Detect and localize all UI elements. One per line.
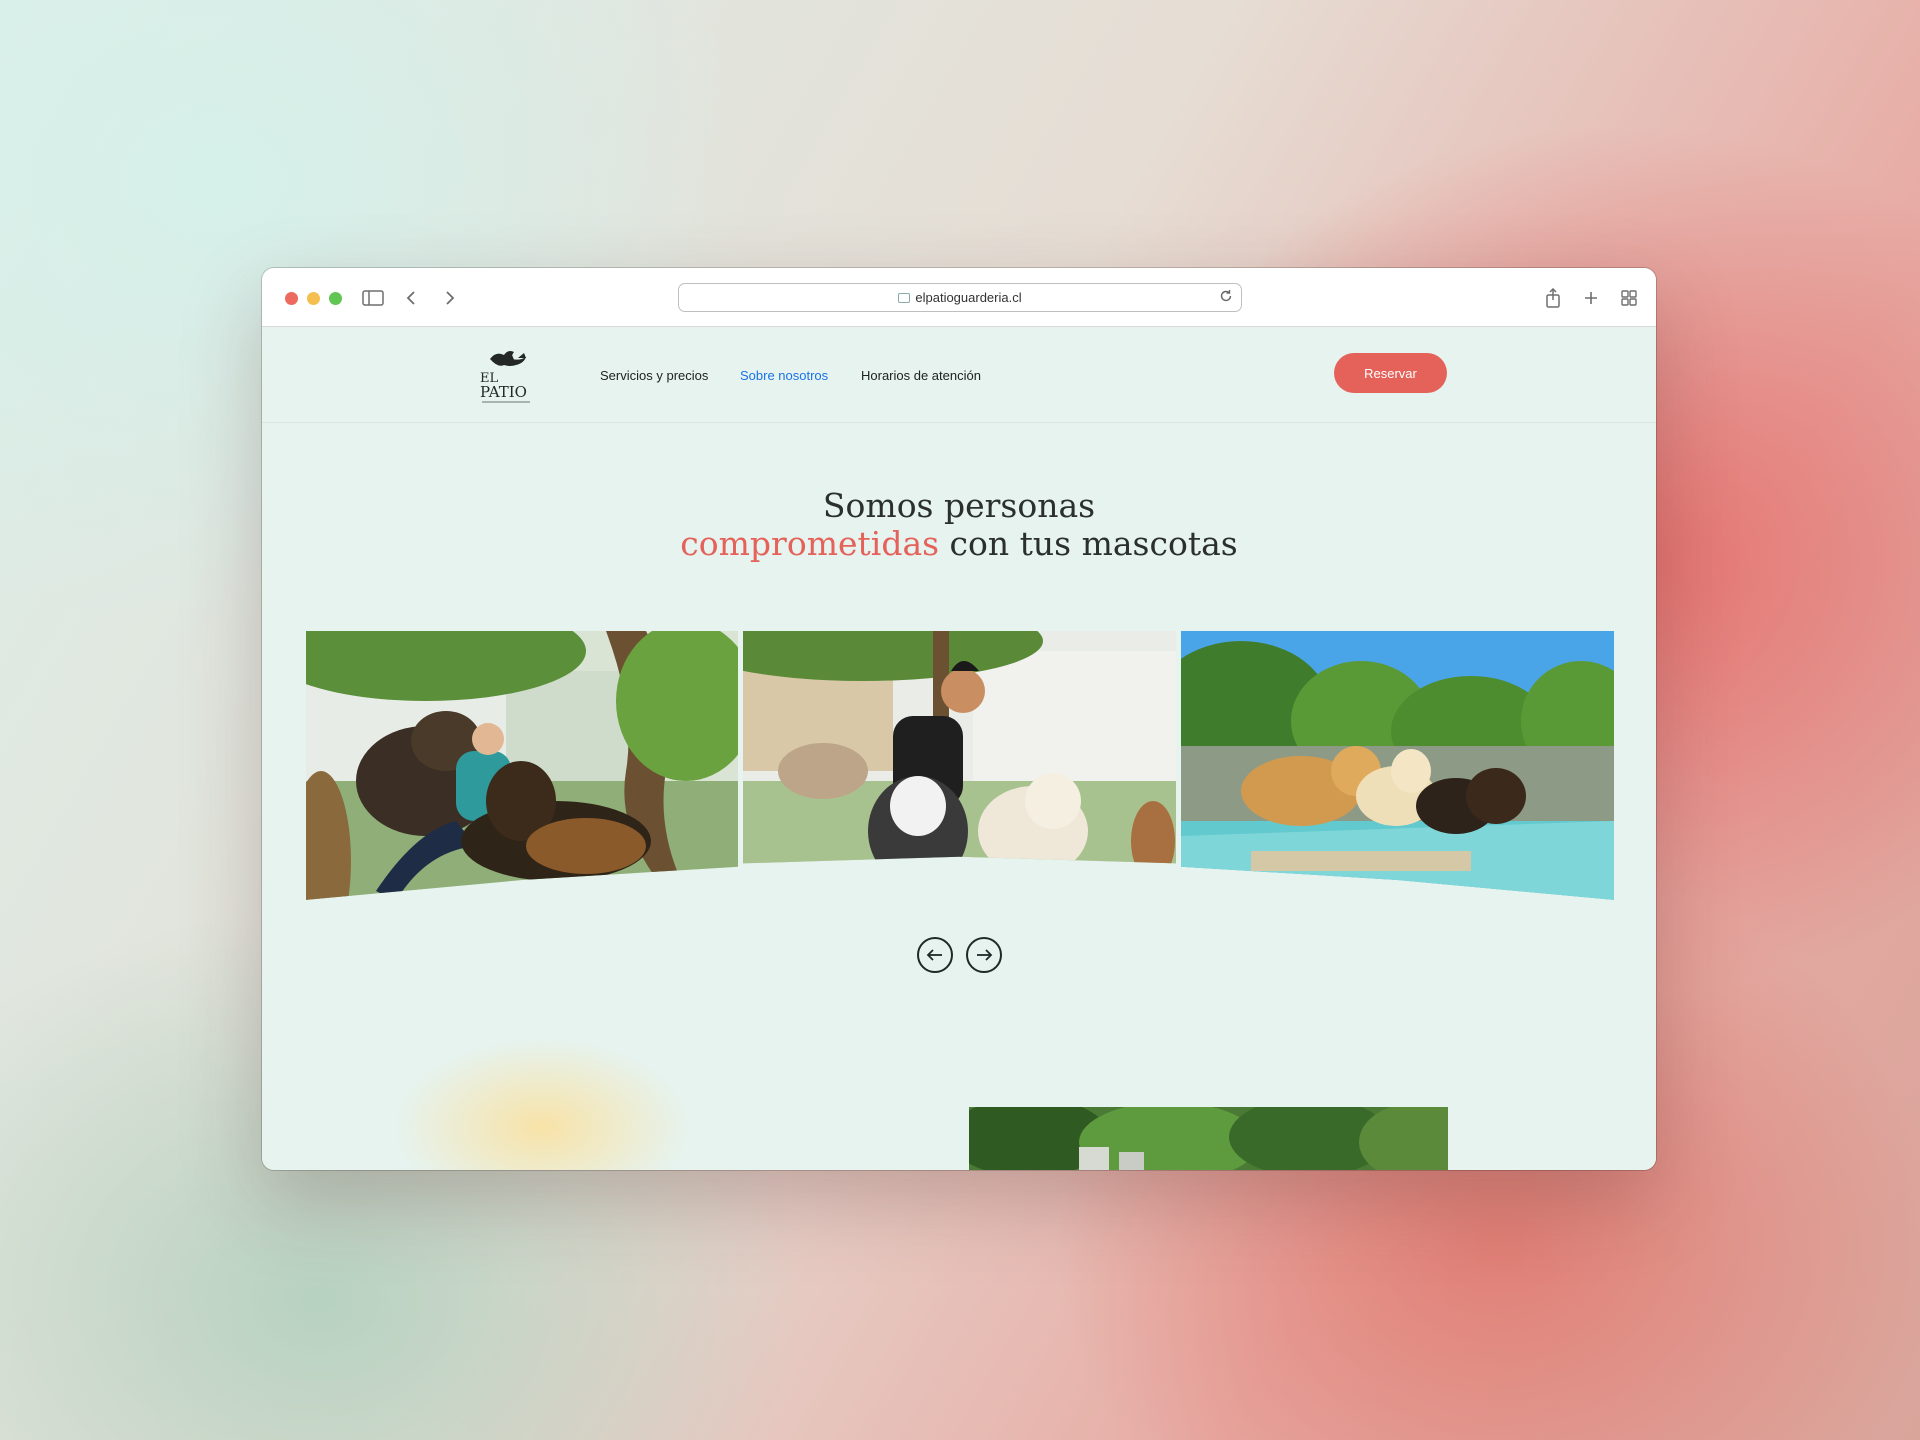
headline-rest: con tus mascotas [939, 524, 1238, 563]
browser-toolbar: elpatioguarderia.cl [262, 268, 1656, 327]
forward-icon[interactable] [437, 286, 463, 310]
arrow-left-icon [926, 949, 942, 961]
garden-photo [969, 1107, 1448, 1170]
close-window-button[interactable] [285, 292, 298, 305]
carousel-photo-man-with-dogs [743, 631, 1176, 864]
sidebar-icon[interactable] [360, 286, 386, 310]
arrow-right-icon [977, 949, 993, 961]
decorative-gradient-blob [392, 1037, 692, 1170]
nav-servicios-y-precios[interactable]: Servicios y precios [600, 368, 708, 383]
carousel-prev-button[interactable] [917, 937, 953, 973]
new-tab-icon[interactable] [1578, 286, 1604, 310]
tab-overview-icon[interactable] [1616, 286, 1642, 310]
carousel-photo-dogs-at-pool [1181, 631, 1614, 900]
section-headline: Somos personas comprometidas con tus mas… [262, 487, 1656, 563]
address-text: elpatioguarderia.cl [915, 290, 1022, 305]
minimize-window-button[interactable] [307, 292, 320, 305]
headline-line-2: comprometidas con tus mascotas [262, 525, 1656, 563]
el-patio-logo[interactable]: EL PATIO [478, 345, 542, 405]
address-bar[interactable]: elpatioguarderia.cl [678, 283, 1242, 312]
share-icon[interactable] [1540, 286, 1566, 310]
zoom-window-button[interactable] [329, 292, 342, 305]
nav-horarios-de-atencion[interactable]: Horarios de atención [861, 368, 981, 383]
reservar-button[interactable]: Reservar [1334, 353, 1447, 393]
website-viewport: EL PATIO Servicios y precios Sobre nosot… [262, 327, 1656, 1170]
reload-icon[interactable] [1219, 289, 1233, 308]
carousel-next-button[interactable] [966, 937, 1002, 973]
site-lock-icon [898, 293, 911, 303]
headline-line-1: Somos personas [822, 486, 1096, 525]
address-text-wrap: elpatioguarderia.cl [679, 290, 1241, 305]
site-header: EL PATIO Servicios y precios Sobre nosot… [262, 327, 1656, 423]
carousel-photo-woman-with-dogs [306, 631, 738, 900]
nav-sobre-nosotros[interactable]: Sobre nosotros [740, 368, 828, 383]
browser-window: elpatioguarderia.cl EL PATIO Servicios y… [262, 268, 1656, 1170]
back-icon[interactable] [398, 286, 424, 310]
photo-carousel [306, 631, 1614, 981]
headline-accent-word: comprometidas [680, 524, 940, 563]
svg-text:PATIO: PATIO [480, 383, 527, 401]
